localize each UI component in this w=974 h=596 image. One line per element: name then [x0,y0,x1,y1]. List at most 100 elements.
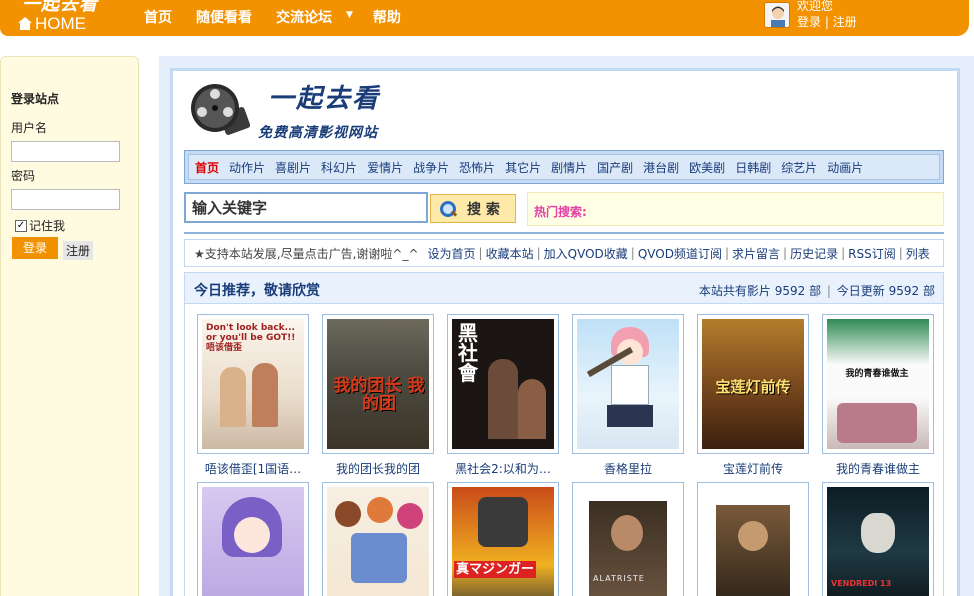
login-link[interactable]: 登录 [797,15,821,29]
category-comedy[interactable]: 喜剧片 [275,159,311,176]
category-western-series[interactable]: 欧美剧 [689,159,725,176]
movie-poster[interactable]: 宝莲灯前传 [697,314,809,454]
category-domestic-series[interactable]: 国产剧 [597,159,633,176]
nav-browse[interactable]: 随便看看 [196,7,252,27]
poster-caption: VENDREDI 13 [831,579,892,588]
total-count: 9592 部 [774,284,822,298]
movie-card[interactable]: 宝莲灯前传 宝莲灯前传 [697,314,809,477]
movie-title[interactable]: 我的青春谁做主 [815,460,941,477]
movie-card[interactable]: 黑社會 黑社会2:以和为… [447,314,559,477]
home-logo[interactable]: 一起去看 HOME [18,0,98,32]
caret-down-icon[interactable]: ▼ [346,10,353,30]
total-label: 本站共有影片 [698,284,771,298]
nav-help[interactable]: 帮助 [373,7,401,27]
register-link[interactable]: 注册 [833,15,857,29]
poster-caption: 我的团长 我的团 [333,376,425,414]
login-button[interactable]: 登录 [12,237,58,259]
rss-link[interactable]: RSS订阅 [848,245,896,262]
movie-title[interactable]: 唔该借歪[1国语… [190,460,316,477]
recommend-stats: 本站共有影片 9592 部 | 今日更新 9592 部 [698,284,935,298]
top-bar: 一起去看 HOME 首页 随便看看 交流论坛 ▼ 帮助 欢迎您 登录 | 注册 [0,0,969,36]
movie-poster[interactable]: 真マジンガー [447,482,559,596]
movie-poster[interactable] [572,314,684,454]
movie-poster[interactable] [322,482,434,596]
poster-caption: ALATRISTE [593,574,645,583]
category-home[interactable]: 首页 [195,159,219,176]
movie-card[interactable]: 真マジンガー [447,482,559,596]
notice-text: ★支持本站发展,尽量点击广告,谢谢啦^_^ [194,246,419,261]
movie-poster[interactable]: Don't look back... or you'll be GOT!! 唔该… [197,314,309,454]
magnifier-icon [439,200,457,218]
movie-card[interactable]: 香格里拉 [572,314,684,477]
movie-card[interactable]: VENDREDI 13 [822,482,934,596]
category-action[interactable]: 动作片 [229,159,265,176]
category-war[interactable]: 战争片 [413,159,449,176]
divider [184,232,944,234]
poster-caption: Don't look back... or you'll be GOT!! 唔该… [206,323,296,353]
username-label: 用户名 [11,121,48,135]
movie-title[interactable]: 香格里拉 [565,460,691,477]
movie-card[interactable]: 我的团长 我的团 我的团长我的团 [322,314,434,477]
welcome-text: 欢迎您 [797,0,834,13]
search-button-label: 搜 索 [467,201,500,218]
poster-caption: 宝莲灯前传 [715,378,791,396]
search-input[interactable] [186,194,426,221]
site-name: 一起去看 [268,84,381,114]
list-link[interactable]: 列表 [906,245,930,262]
poster-caption: 黑社會 [458,321,478,385]
top-nav: 首页 随便看看 交流论坛 ▼ 帮助 [144,7,425,27]
movie-card[interactable]: Don't look back... or you'll be GOT!! 唔该… [197,314,309,477]
logo-text-home: HOME [35,14,86,33]
category-horror[interactable]: 恐怖片 [459,159,495,176]
password-label: 密码 [11,169,36,183]
category-romance[interactable]: 爱情片 [367,159,403,176]
category-hk-tw-series[interactable]: 港台剧 [643,159,679,176]
movie-card[interactable]: 我的青春谁做主 我的青春谁做主 [822,314,934,477]
request-link[interactable]: 求片留言 [732,245,780,262]
movie-poster[interactable]: 我的青春谁做主 [822,314,934,454]
qvod-bookmark-link[interactable]: 加入QVOD收藏 [544,245,628,262]
username-field[interactable] [11,141,120,162]
movie-poster[interactable]: ALATRISTE [572,482,684,596]
category-variety[interactable]: 综艺片 [781,159,817,176]
nav-forum[interactable]: 交流论坛 [276,7,332,27]
movie-title[interactable]: 我的团长我的团 [315,460,441,477]
movie-title[interactable]: 宝莲灯前传 [690,460,816,477]
movie-card[interactable] [697,482,809,596]
set-homepage-link[interactable]: 设为首页 [428,245,476,262]
history-link[interactable]: 历史记录 [790,245,838,262]
hot-search-bar: 热门搜索: [527,192,944,226]
category-other[interactable]: 其它片 [505,159,541,176]
remember-me[interactable]: ✓ 记住我 [15,217,65,234]
movie-poster[interactable]: VENDREDI 13 [822,482,934,596]
poster-caption: 我的青春谁做主 [845,369,909,379]
movie-poster[interactable] [697,482,809,596]
password-field[interactable] [11,189,120,210]
recommend-header: 今日推荐，敬请欣赏 本站共有影片 9592 部 | 今日更新 9592 部 [184,272,944,304]
house-icon [18,17,32,30]
register-button[interactable]: 注册 [63,241,94,260]
search-box [184,192,428,223]
movie-card[interactable] [322,482,434,596]
remember-checkbox[interactable]: ✓ [15,219,27,232]
category-jp-kr-series[interactable]: 日韩剧 [735,159,771,176]
movie-poster[interactable] [197,482,309,596]
movie-card[interactable] [197,482,309,596]
movie-title[interactable]: 黑社会2:以和为… [440,460,566,477]
movie-grid: Don't look back... or you'll be GOT!! 唔该… [184,304,944,596]
category-drama[interactable]: 剧情片 [551,159,587,176]
today-count: 9592 部 [888,284,935,298]
search-button[interactable]: 搜 索 [430,194,516,223]
bookmark-link[interactable]: 收藏本站 [486,245,534,262]
movie-card[interactable]: ALATRISTE [572,482,684,596]
qvod-subscribe-link[interactable]: QVOD频道订阅 [638,245,722,262]
today-label: 今日更新 [836,284,885,298]
movie-poster[interactable]: 我的团长 我的团 [322,314,434,454]
category-animation[interactable]: 动画片 [827,159,863,176]
category-nav: 首页 动作片 喜剧片 科幻片 爱情片 战争片 恐怖片 其它片 剧情片 国产剧 港… [184,150,944,184]
movie-poster[interactable]: 黑社會 [447,314,559,454]
avatar[interactable] [764,2,790,28]
nav-home[interactable]: 首页 [144,7,172,27]
hot-search-label: 热门搜索: [534,205,587,219]
category-scifi[interactable]: 科幻片 [321,159,357,176]
